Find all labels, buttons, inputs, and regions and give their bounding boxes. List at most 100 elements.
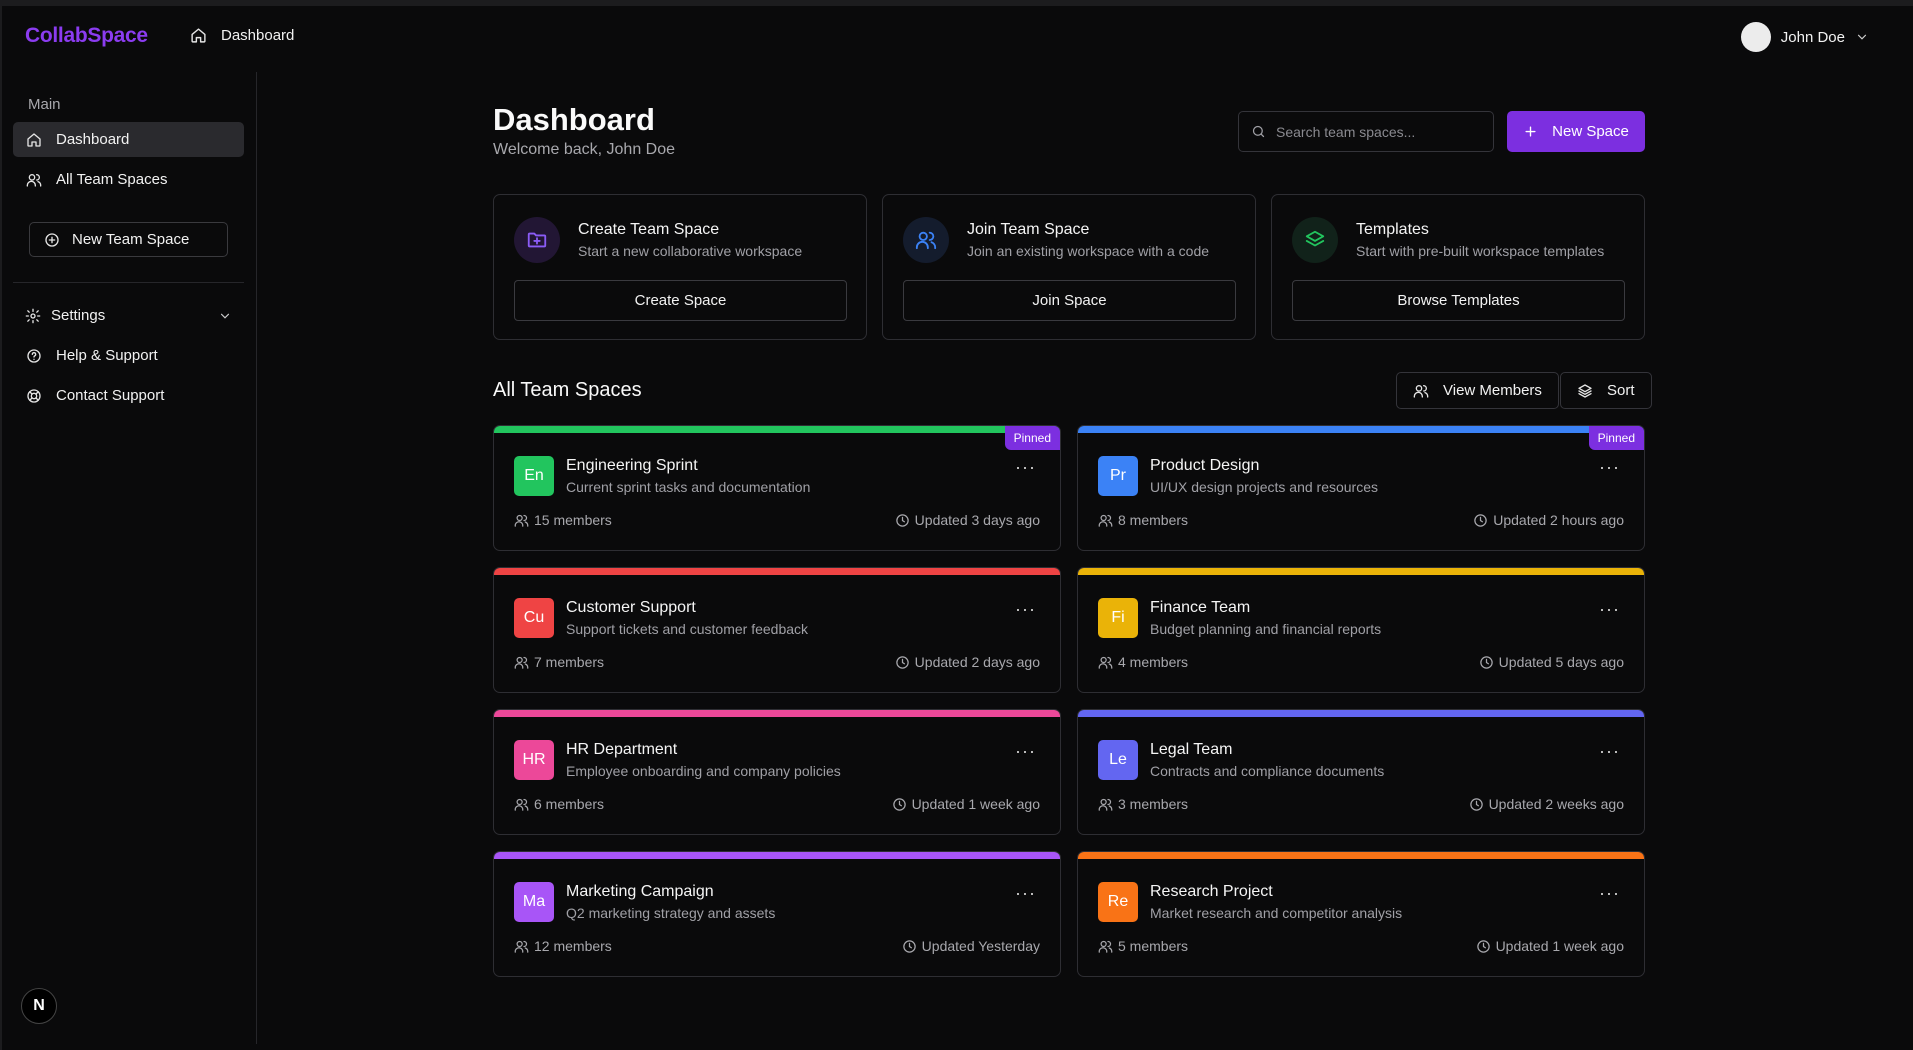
breadcrumb-label: Dashboard (221, 27, 295, 44)
space-card[interactable]: Fi Finance Team Budget planning and financ… (1077, 567, 1645, 693)
avatar (1740, 22, 1771, 52)
space-card[interactable]: HR HR Department Employee onboarding and c… (493, 709, 1061, 835)
sidebar-item-settings[interactable]: Settings (13, 298, 244, 333)
space-description: Employee onboarding and company policies (566, 763, 841, 779)
space-card[interactable]: Ma Marketing Campaign Q2 marketing strateg… (493, 851, 1061, 977)
new-team-space-label: New Team Space (72, 231, 190, 248)
sidebar-item-label: All Team Spaces (56, 171, 168, 188)
space-avatar: Pr (1098, 456, 1138, 496)
updated-label: Updated Yesterday (921, 938, 1040, 954)
search-icon (1251, 124, 1266, 139)
space-description: UI/UX design projects and resources (1150, 479, 1378, 495)
join-space-button[interactable]: Join Space (903, 280, 1236, 321)
help-circle-icon (26, 348, 42, 364)
member-count: 8 members (1098, 512, 1188, 528)
color-bar (1078, 710, 1644, 717)
view-members-button[interactable]: View Members (1396, 372, 1559, 409)
space-avatar: Re (1098, 882, 1138, 922)
sidebar-item-help[interactable]: Help & Support (13, 338, 244, 373)
n-badge[interactable]: N (21, 988, 57, 1024)
space-name[interactable]: Marketing Campaign (566, 883, 714, 901)
color-bar (494, 710, 1060, 717)
plus-circle-icon (44, 232, 60, 248)
home-icon (26, 132, 42, 148)
space-card[interactable]: Pinned Pr Product Design UI/UX design proje… (1077, 425, 1645, 551)
space-avatar: Le (1098, 740, 1138, 780)
updated-time: Updated 2 hours ago (1473, 512, 1624, 528)
space-name[interactable]: Customer Support (566, 599, 696, 617)
space-name[interactable]: HR Department (566, 741, 677, 759)
user-name: John Doe (1780, 28, 1845, 46)
sidebar-item-dashboard[interactable]: Dashboard (13, 122, 244, 157)
plus-icon (1523, 124, 1538, 139)
new-team-space-button[interactable]: New Team Space (29, 222, 228, 257)
join-team-space-card: Join Team Space Join an existing workspa… (882, 194, 1256, 340)
browse-templates-button[interactable]: Browse Templates (1292, 280, 1625, 321)
space-name[interactable]: Engineering Sprint (566, 457, 698, 475)
users-icon (26, 172, 42, 188)
users-icon (514, 797, 529, 812)
updated-label: Updated 2 days ago (914, 654, 1040, 670)
space-card[interactable]: Cu Customer Support Support tickets and cu… (493, 567, 1061, 693)
layers-icon (1577, 383, 1593, 399)
sidebar-item-all-team-spaces[interactable]: All Team Spaces (13, 162, 244, 197)
space-card[interactable]: Re Research Project Market research and co… (1077, 851, 1645, 977)
user-menu[interactable]: John Doe (1740, 22, 1869, 52)
breadcrumb[interactable]: Dashboard (190, 27, 294, 44)
member-count: 4 members (1098, 654, 1188, 670)
more-options-icon[interactable]: ··· (1015, 458, 1036, 476)
space-card[interactable]: Pinned En Engineering Sprint Current sprint… (493, 425, 1061, 551)
space-name[interactable]: Finance Team (1150, 599, 1250, 617)
search-box[interactable] (1238, 111, 1494, 152)
member-count-label: 4 members (1118, 654, 1189, 670)
more-options-icon[interactable]: ··· (1599, 458, 1620, 476)
clock-icon (895, 513, 910, 528)
space-name[interactable]: Legal Team (1150, 741, 1232, 759)
space-description: Support tickets and customer feedback (566, 621, 809, 637)
space-description: Market research and competitor analysis (1150, 905, 1403, 921)
users-icon (1413, 383, 1429, 399)
sort-button[interactable]: Sort (1560, 372, 1652, 409)
card-description: Start with pre-built workspace templates (1356, 243, 1605, 259)
more-options-icon[interactable]: ··· (1599, 600, 1620, 618)
member-count-label: 6 members (534, 796, 605, 812)
space-avatar: En (514, 456, 554, 496)
space-card[interactable]: Le Legal Team Contracts and compliance doc… (1077, 709, 1645, 835)
new-space-button[interactable]: New Space (1507, 111, 1645, 152)
color-bar (494, 426, 1060, 433)
brand-logo[interactable]: CollabSpace (25, 24, 148, 48)
space-name[interactable]: Research Project (1150, 883, 1273, 901)
more-options-icon[interactable]: ··· (1599, 884, 1620, 902)
member-count-label: 7 members (534, 654, 605, 670)
folder-plus-icon (514, 217, 560, 263)
more-options-icon[interactable]: ··· (1599, 742, 1620, 760)
sidebar-item-contact[interactable]: Contact Support (13, 378, 244, 413)
space-description: Q2 marketing strategy and assets (566, 905, 776, 921)
pinned-badge: Pinned (1588, 426, 1644, 450)
users-icon (1098, 513, 1113, 528)
color-bar (494, 852, 1060, 859)
create-space-button[interactable]: Create Space (514, 280, 847, 321)
card-title: Join Team Space (967, 221, 1090, 238)
clock-icon (895, 655, 910, 670)
users-icon (514, 939, 529, 954)
updated-label: Updated 2 weeks ago (1488, 796, 1624, 812)
updated-label: Updated 2 hours ago (1493, 512, 1624, 528)
section-title: All Team Spaces (493, 379, 642, 401)
layers-icon (1292, 217, 1338, 263)
more-options-icon[interactable]: ··· (1015, 884, 1036, 902)
updated-label: Updated 3 days ago (914, 512, 1040, 528)
card-title: Create Team Space (578, 221, 720, 238)
member-count-label: 8 members (1118, 512, 1189, 528)
clock-icon (892, 797, 907, 812)
space-avatar: HR (514, 740, 554, 780)
search-input[interactable] (1276, 123, 1466, 140)
color-bar (1078, 568, 1644, 575)
sidebar: Main Dashboard All Team Spaces New Team … (0, 72, 257, 1044)
more-options-icon[interactable]: ··· (1015, 742, 1036, 760)
space-name[interactable]: Product Design (1150, 457, 1259, 475)
member-count: 7 members (514, 654, 604, 670)
clock-icon (1476, 939, 1491, 954)
clock-icon (902, 939, 917, 954)
more-options-icon[interactable]: ··· (1015, 600, 1036, 618)
